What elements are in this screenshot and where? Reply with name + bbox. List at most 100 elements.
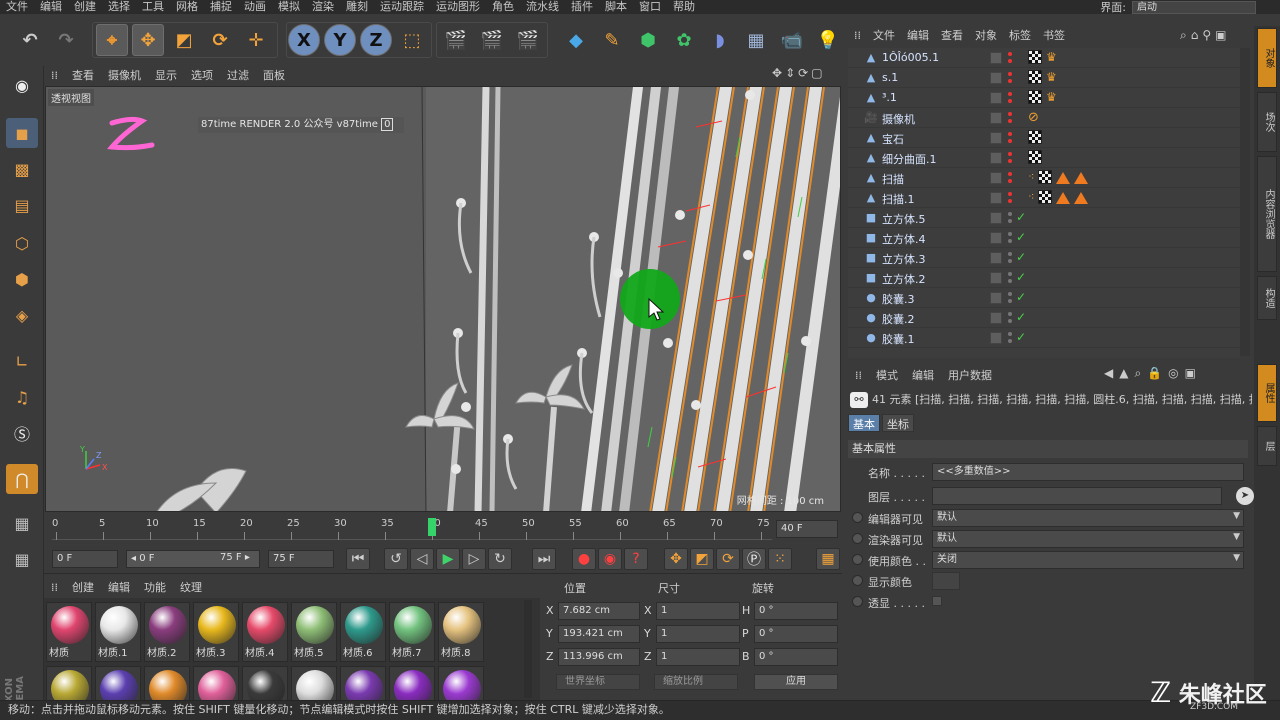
material-swatch[interactable]: 材质.8	[438, 602, 484, 662]
key-position-icon[interactable]: ✥	[664, 548, 688, 570]
autokey-icon[interactable]: ◉	[598, 548, 622, 570]
material-menu-item-3[interactable]: 纹理	[173, 579, 209, 595]
pos-z-field[interactable]: 113.996 cm	[558, 648, 640, 666]
light-icon[interactable]: 💡	[812, 24, 844, 56]
texture-tag-icon[interactable]	[1028, 70, 1042, 84]
visibility-dots-icon[interactable]	[1008, 151, 1013, 165]
object-row[interactable]: ▲ 扫描.1 ⁖	[848, 188, 1240, 208]
layer-icon[interactable]	[990, 292, 1002, 304]
attribute-field[interactable]: <<多重数值>>	[932, 463, 1244, 481]
menu-item-8[interactable]: 模拟	[272, 0, 306, 14]
layer-icon[interactable]	[990, 212, 1002, 224]
settings-icon[interactable]: ◎	[1168, 366, 1178, 381]
phong-tag-icon[interactable]	[1074, 192, 1089, 204]
enabled-check-icon[interactable]: ✓	[1016, 230, 1026, 244]
menu-item-2[interactable]: 创建	[68, 0, 102, 14]
pos-x-field[interactable]: 7.682 cm	[558, 602, 640, 620]
animate-radio[interactable]	[852, 512, 863, 523]
material-swatch[interactable]	[389, 666, 435, 700]
key-scale-icon[interactable]: ◩	[690, 548, 714, 570]
right-tab-1[interactable]: 场次	[1257, 92, 1277, 152]
right-tab-2[interactable]: 内容浏览器	[1257, 156, 1277, 272]
object-row[interactable]: ■ 立方体.4 ✓	[848, 228, 1240, 248]
apply-button[interactable]: 应用	[754, 674, 838, 690]
crown-tag-icon[interactable]: ♛	[1046, 70, 1057, 86]
right-tab-3[interactable]: 构造	[1257, 276, 1277, 320]
size-y-field[interactable]: 1	[656, 625, 740, 643]
layer-icon[interactable]	[990, 92, 1002, 104]
menu-item-14[interactable]: 流水线	[520, 0, 565, 14]
previous-frame-icon[interactable]: ◁	[410, 548, 434, 570]
right-tab-0[interactable]: 对象	[1257, 28, 1277, 88]
object-row[interactable]: ● 胶囊.3 ✓	[848, 288, 1240, 308]
visibility-dots-icon[interactable]	[1008, 331, 1013, 345]
menu-item-1[interactable]: 编辑	[34, 0, 68, 14]
axis-mode-icon[interactable]: ∟	[6, 346, 38, 376]
viewport-menu-item-2[interactable]: 显示	[148, 67, 184, 83]
attribute-field[interactable]: 默认	[932, 530, 1244, 548]
menu-item-13[interactable]: 角色	[486, 0, 520, 14]
texture-mode-icon[interactable]: ▩	[6, 154, 38, 184]
orbit-icon[interactable]: ⟳	[798, 66, 808, 80]
menu-item-9[interactable]: 渲染	[306, 0, 340, 14]
workplane-snap-icon[interactable]: ▦	[6, 508, 38, 538]
enabled-check-icon[interactable]: ✓	[1016, 330, 1026, 344]
perspective-viewport[interactable]: 透视视图 87time RENDER 2.0 公众号 v87time 0 Y X…	[45, 86, 841, 512]
menu-item-6[interactable]: 捕捉	[204, 0, 238, 14]
visibility-dots-icon[interactable]	[1008, 111, 1013, 125]
animate-radio[interactable]	[852, 596, 863, 607]
material-swatch[interactable]	[95, 666, 141, 700]
visibility-dots-icon[interactable]	[1008, 131, 1013, 145]
redo-icon[interactable]: ↷	[50, 24, 82, 56]
menu-item-7[interactable]: 动画	[238, 0, 272, 14]
layer-icon[interactable]	[990, 272, 1002, 284]
material-swatch[interactable]	[438, 666, 484, 700]
maximize-icon[interactable]: ▢	[811, 66, 822, 80]
edges-mode-icon[interactable]: ⬢	[6, 264, 38, 294]
protection-tag-icon[interactable]: ⊘	[1028, 110, 1039, 126]
menu-item-18[interactable]: 帮助	[667, 0, 701, 14]
layer-icon[interactable]	[990, 152, 1002, 164]
visibility-dots-icon[interactable]	[1008, 171, 1013, 185]
object-row[interactable]: ■ 立方体.3 ✓	[848, 248, 1240, 268]
record-key-icon[interactable]: ●	[572, 548, 596, 570]
material-swatch[interactable]	[291, 666, 337, 700]
preview-range-end[interactable]: 75 F ▸	[220, 552, 250, 563]
material-menu-item-2[interactable]: 功能	[137, 579, 173, 595]
object-menu-item-3[interactable]: 对象	[969, 27, 1003, 43]
material-swatch[interactable]: 材质.7	[389, 602, 435, 662]
menu-item-17[interactable]: 窗口	[633, 0, 667, 14]
material-swatch[interactable]: 材质.4	[242, 602, 288, 662]
crown-tag-icon[interactable]: ♛	[1046, 50, 1057, 66]
z-axis-lock-icon[interactable]: Z	[360, 24, 392, 56]
move-tool-icon[interactable]: ✥	[132, 24, 164, 56]
object-row[interactable]: ▲ 细分曲面.1	[848, 148, 1240, 168]
material-swatch[interactable]: 材质	[46, 602, 92, 662]
visibility-dots-icon[interactable]	[1008, 231, 1013, 245]
layer-icon[interactable]	[990, 132, 1002, 144]
tweak-mode-icon[interactable]: ♫	[6, 382, 38, 412]
texture-tag-icon[interactable]	[1028, 50, 1042, 64]
animate-radio[interactable]	[852, 554, 863, 565]
magnet-icon[interactable]: ⋂	[6, 464, 38, 494]
key-pla-icon[interactable]: ⁙	[768, 548, 792, 570]
texture-tag-icon[interactable]	[1028, 130, 1042, 144]
layout-dropdown[interactable]: 启动	[1132, 0, 1256, 14]
phong-tag-icon[interactable]	[1056, 192, 1071, 204]
crown-tag-icon[interactable]: ♛	[1046, 90, 1057, 106]
phong-tag-icon[interactable]	[1056, 172, 1071, 184]
key-parameter-icon[interactable]: Ⓟ	[742, 548, 766, 570]
menu-item-15[interactable]: 插件	[565, 0, 599, 14]
menu-item-12[interactable]: 运动图形	[430, 0, 486, 14]
material-swatch[interactable]	[193, 666, 239, 700]
home-icon[interactable]: ⌂	[1191, 28, 1199, 43]
cloner-icon[interactable]: ✿	[668, 24, 700, 56]
material-swatch[interactable]: 材质.6	[340, 602, 386, 662]
layer-icon[interactable]	[990, 312, 1002, 324]
visibility-dots-icon[interactable]	[1008, 91, 1013, 105]
visibility-dots-icon[interactable]	[1008, 291, 1013, 305]
attribute-field[interactable]	[932, 487, 1222, 505]
filter-icon[interactable]: ⚲	[1202, 28, 1211, 43]
lock-icon[interactable]: 🔒	[1147, 366, 1162, 381]
search-icon[interactable]: ⌕	[1134, 366, 1141, 381]
